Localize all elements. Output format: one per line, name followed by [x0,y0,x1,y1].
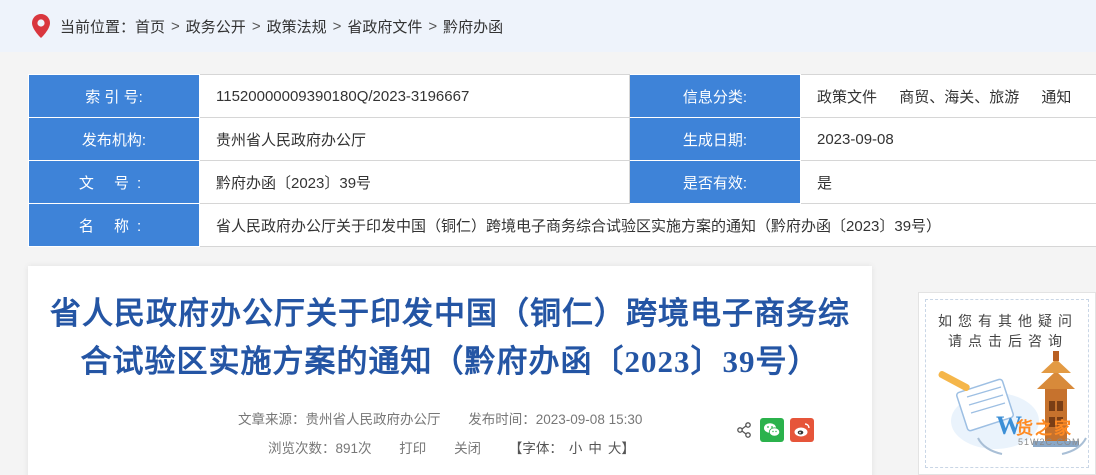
index-label: 索 引 号: [28,74,200,118]
article-meta-source: 文章来源：贵州省人民政府办公厅 发布时间：2023-09-08 15:30 [238,408,666,428]
wechat-icon [764,423,781,437]
font-size-label: 【字体： [508,441,563,456]
close-link[interactable]: 关闭 [454,441,481,456]
breadcrumb-bar: 当前位置： 首页 > 政务公开 > 政策法规 > 省政府文件 > 黔府办函 [0,0,1096,52]
valid-value: 是 [800,160,1096,204]
breadcrumb-separator: > [332,17,342,35]
name-value: 省人民政府办公厅关于印发中国（铜仁）跨境电子商务综合试验区实施方案的通知（黔府办… [199,203,1096,247]
date-value: 2023-09-08 [800,117,1096,161]
breadcrumb-policies[interactable]: 政策法规 [267,16,327,37]
share-bar [736,418,820,442]
breadcrumb-provincial-docs[interactable]: 省政府文件 [347,16,422,37]
breadcrumb-separator: > [171,17,180,35]
article-title-line: 合试验区实施方案的通知（黔府办函〔2023〕39号） [80,344,820,379]
article-title: 省人民政府办公厅关于印发中国（铜仁）跨境电子商务综 合试验区实施方案的通知（黔府… [28,290,872,386]
date-label: 生成日期: [629,117,801,161]
name-label: 名 称: [28,203,200,247]
print-link[interactable]: 打印 [399,441,426,456]
font-large-button[interactable]: 大】 [608,441,635,456]
article-meta-actions: 浏览次数：891次 打印 关闭 【字体： 小中大】 [268,437,665,457]
category-item: 商贸、海关、旅游 [899,88,1020,106]
breadcrumb: 当前位置： 首页 > 政务公开 > 政策法规 > 省政府文件 > 黔府办函 [32,14,503,38]
valid-label: 是否有效: [629,160,801,204]
consult-text-line1: 如您有其他疑问 [938,313,1078,329]
info-row-index: 索 引 号: 11520000009390180Q/2023-3196667 信… [28,74,1096,118]
font-size-controls: 【字体： 小中大】 [509,441,641,456]
info-row-doc-number: 文 号: 黔府办函〔2023〕39号 是否有效: 是 [28,160,1096,204]
font-medium-button[interactable]: 中 [588,441,602,456]
article-source: 文章来源：贵州省人民政府办公厅 [238,412,441,427]
weibo-icon [794,423,810,437]
wechat-share-button[interactable] [760,418,784,442]
watermark-subtext: 51W2C.COM [1018,437,1081,447]
font-small-button[interactable]: 小 [569,441,583,456]
doc-number-label: 文 号: [28,160,200,204]
breadcrumb-gov-affairs[interactable]: 政务公开 [186,16,246,37]
publisher-label: 发布机构: [28,117,200,161]
category-item: 通知 [1041,88,1072,106]
breadcrumb-separator: > [428,17,438,35]
location-label: 当前位置： [60,18,136,36]
breadcrumb-home[interactable]: 首页 [135,16,165,37]
breadcrumb-separator: > [251,17,261,35]
publisher-value: 贵州省人民政府办公厅 [199,117,630,161]
info-row-publisher: 发布机构: 贵州省人民政府办公厅 生成日期: 2023-09-08 [28,117,1096,161]
info-row-name: 名 称: 省人民政府办公厅关于印发中国（铜仁）跨境电子商务综合试验区实施方案的通… [28,203,1096,247]
category-label: 信息分类: [629,74,801,118]
doc-number-value: 黔府办函〔2023〕39号 [199,160,630,204]
location-pin-icon [32,14,50,38]
consult-text-line2: 请点击后咨询 [948,333,1068,349]
category-value: 政策文件 商贸、海关、旅游 通知 [800,74,1096,118]
article-publish-time: 发布时间：2023-09-08 15:30 [468,412,643,427]
article-panel: 省人民政府办公厅关于印发中国（铜仁）跨境电子商务综 合试验区实施方案的通知（黔府… [28,266,872,475]
category-item: 政策文件 [817,88,878,106]
weibo-share-button[interactable] [790,418,814,442]
article-title-line: 省人民政府办公厅关于印发中国（铜仁）跨境电子商务综 [50,296,850,331]
index-value: 11520000009390180Q/2023-3196667 [199,74,630,118]
watermark-text: 货之家 [1016,419,1073,438]
breadcrumb-current[interactable]: 黔府办函 [443,16,503,37]
article-views: 浏览次数：891次 [268,441,372,456]
share-icon[interactable] [736,422,752,438]
document-info-table: 索 引 号: 11520000009390180Q/2023-3196667 信… [28,74,1096,247]
